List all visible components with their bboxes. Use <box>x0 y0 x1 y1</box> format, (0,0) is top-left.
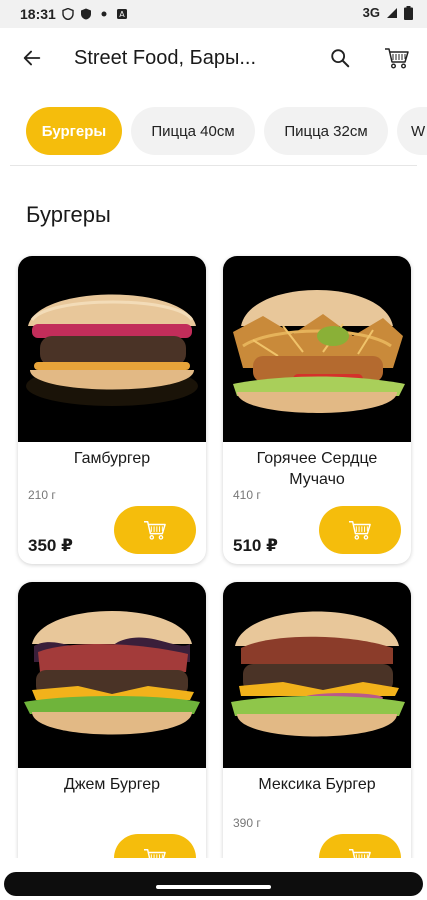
search-button[interactable] <box>316 34 364 82</box>
product-name: Мексика Бургер <box>258 776 376 793</box>
battery-icon <box>404 5 413 20</box>
section-title: Бургеры <box>26 202 111 227</box>
signal-icon <box>387 7 397 18</box>
product-weight: 210 г <box>28 488 56 502</box>
product-card[interactable]: Джем Бургер <box>18 582 206 872</box>
status-right: 3G <box>363 5 413 20</box>
chip-pizza-32[interactable]: Пицца 32см <box>264 107 388 155</box>
text-box-icon: A <box>116 9 127 19</box>
hamburger-image <box>18 256 206 442</box>
add-to-cart-button[interactable] <box>114 506 196 554</box>
product-card[interactable]: Мексика Бургер 390 г <box>223 582 411 872</box>
search-icon <box>331 49 350 68</box>
arrow-left-icon <box>23 50 41 66</box>
product-name: Джем Бургер <box>63 776 161 793</box>
status-left: 18:31 A <box>12 3 136 25</box>
network-type: 3G <box>362 5 380 20</box>
product-card[interactable]: Горячее Сердце Мучачо 410 г 510 ₽ <box>223 256 411 564</box>
product-price: 510 ₽ <box>233 536 278 555</box>
cart-icon <box>385 48 409 69</box>
product-weight: 390 г <box>233 816 261 830</box>
status-bar: 18:31 A 3G <box>0 0 427 28</box>
divider <box>10 165 417 166</box>
cart-button[interactable] <box>373 34 421 82</box>
nav-bar-background <box>4 872 423 896</box>
app-bar: Street Food, Бары... <box>0 28 427 88</box>
cart-icon <box>349 521 371 540</box>
shield-icon <box>62 8 74 20</box>
chip-next[interactable]: W <box>397 107 427 155</box>
product-name: Горячее Сердце Мучачо <box>256 450 378 488</box>
svg-text:A: A <box>119 10 125 19</box>
crispy-burger-image <box>223 256 411 442</box>
status-time: 18:31 <box>20 6 56 22</box>
cart-icon <box>144 521 166 540</box>
add-to-cart-button[interactable] <box>319 506 401 554</box>
mexico-burger-image <box>223 582 411 768</box>
product-price: 350 ₽ <box>28 536 73 555</box>
chip-burgers[interactable]: Бургеры <box>26 107 122 155</box>
product-weight: 410 г <box>233 488 261 502</box>
jam-burger-image <box>18 582 206 768</box>
vpn-icon <box>80 8 91 20</box>
page-title: Street Food, Бары... <box>74 46 257 69</box>
dot-icon <box>101 11 107 17</box>
category-chips: Бургеры Пицца 40см Пицца 32см W <box>0 103 427 159</box>
chip-pizza-40[interactable]: Пицца 40см <box>131 107 255 155</box>
gesture-nav-bar <box>0 858 427 900</box>
product-name: Гамбургер <box>73 450 151 467</box>
product-card[interactable]: Гамбургер 210 г 350 ₽ <box>18 256 206 564</box>
home-handle[interactable] <box>156 885 271 889</box>
back-button[interactable] <box>4 30 60 86</box>
